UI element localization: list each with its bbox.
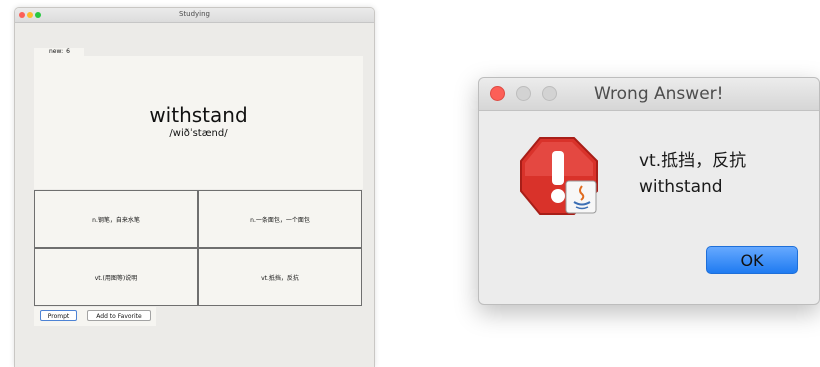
new-label: new:	[49, 48, 64, 55]
message-word: withstand	[639, 177, 723, 197]
minimize-dialog-icon	[516, 86, 531, 101]
phonetic-text: /wiðˈstænd/	[169, 128, 228, 139]
message-meaning: vt.抵挡，反抗	[639, 151, 747, 171]
maximize-dialog-icon	[542, 86, 557, 101]
dialog-message: vt.抵挡，反抗 withstand	[639, 148, 746, 200]
dialog-titlebar[interactable]: Wrong Answer!	[479, 78, 819, 111]
ok-button[interactable]: OK	[706, 246, 798, 274]
word-card: withstand /wiðˈstænd/	[34, 56, 363, 189]
answer-option-2[interactable]: n.一条面包，一个面包	[198, 190, 362, 248]
prompt-button[interactable]: Prompt	[40, 310, 77, 321]
add-to-favorite-button[interactable]: Add to Favorite	[87, 310, 151, 321]
word-text: withstand	[149, 103, 248, 127]
answer-option-1[interactable]: n.钢笔，自来水笔	[34, 190, 198, 248]
warning-java-icon	[520, 137, 598, 215]
wrong-answer-dialog: Wrong Answer! vt.抵挡，反抗 withstand OK	[478, 77, 820, 305]
studying-window: Studying new: 6 withstand /wiðˈstænd/ n.钢…	[14, 7, 375, 367]
close-dialog-icon[interactable]	[490, 86, 505, 101]
button-bar: Prompt Add to Favorite	[34, 307, 156, 326]
answer-option-3[interactable]: vt.(用图等)说明	[34, 248, 198, 306]
studying-titlebar[interactable]: Studying	[15, 8, 374, 23]
window-title: Studying	[178, 10, 211, 18]
new-count-label: new: 6	[34, 48, 84, 56]
new-count: 6	[66, 48, 70, 55]
dialog-title: Wrong Answer!	[594, 84, 724, 104]
answer-option-4[interactable]: vt.抵挡，反抗	[198, 248, 362, 306]
